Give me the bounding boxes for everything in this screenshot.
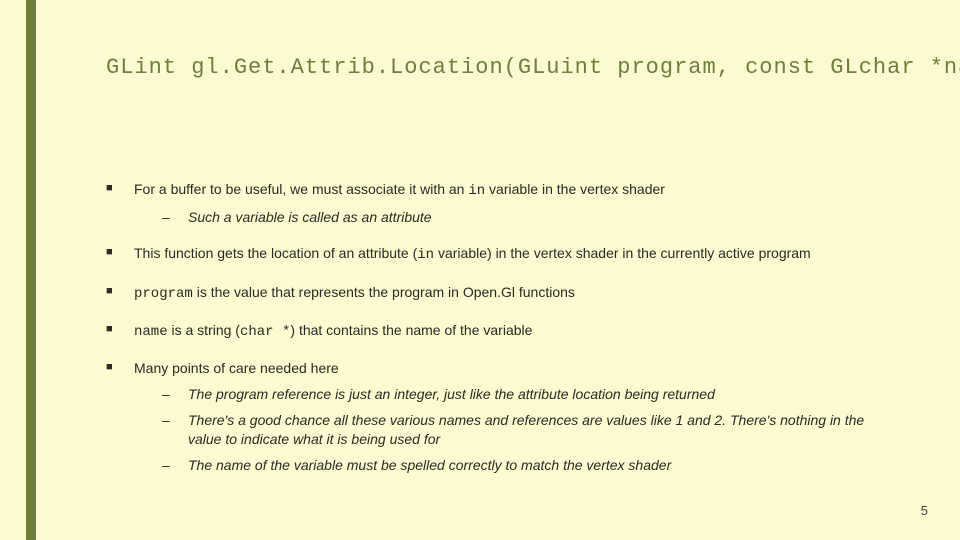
code: program bbox=[134, 286, 193, 302]
bullet-list: For a buffer to be useful, we must assoc… bbox=[106, 180, 866, 474]
text: variable in the vertex shader bbox=[485, 181, 665, 197]
sub-bullet: The program reference is just an integer… bbox=[162, 385, 866, 403]
page-number: 5 bbox=[921, 503, 928, 518]
slide-title: GLint gl.Get.Attrib.Location(GLuint prog… bbox=[106, 55, 866, 80]
bullet-5: Many points of care needed here The prog… bbox=[106, 359, 866, 474]
text: is the value that represents the program… bbox=[193, 284, 575, 300]
text: variable) in the vertex shader in the cu… bbox=[434, 245, 811, 261]
sub-list: Such a variable is called as an attribut… bbox=[162, 208, 866, 226]
bullet-3: program is the value that represents the… bbox=[106, 283, 866, 303]
text: ) that contains the name of the variable bbox=[290, 322, 532, 338]
text: is a string ( bbox=[168, 322, 240, 338]
code: in bbox=[417, 247, 434, 263]
text: Many points of care needed here bbox=[134, 360, 339, 376]
bullet-4: name is a string (char *) that contains … bbox=[106, 321, 866, 341]
code: name bbox=[134, 324, 168, 340]
slide-body: GLint gl.Get.Attrib.Location(GLuint prog… bbox=[36, 0, 936, 540]
text: This function gets the location of an at… bbox=[134, 245, 417, 261]
code: char * bbox=[240, 324, 290, 340]
text: For a buffer to be useful, we must assoc… bbox=[134, 181, 468, 197]
bullet-2: This function gets the location of an at… bbox=[106, 244, 866, 264]
bullet-1: For a buffer to be useful, we must assoc… bbox=[106, 180, 866, 226]
sub-bullet: Such a variable is called as an attribut… bbox=[162, 208, 866, 226]
accent-bar bbox=[26, 0, 36, 540]
sub-list: The program reference is just an integer… bbox=[162, 385, 866, 474]
sub-bullet: There's a good chance all these various … bbox=[162, 411, 866, 447]
code: in bbox=[468, 183, 485, 199]
sub-bullet: The name of the variable must be spelled… bbox=[162, 456, 866, 474]
